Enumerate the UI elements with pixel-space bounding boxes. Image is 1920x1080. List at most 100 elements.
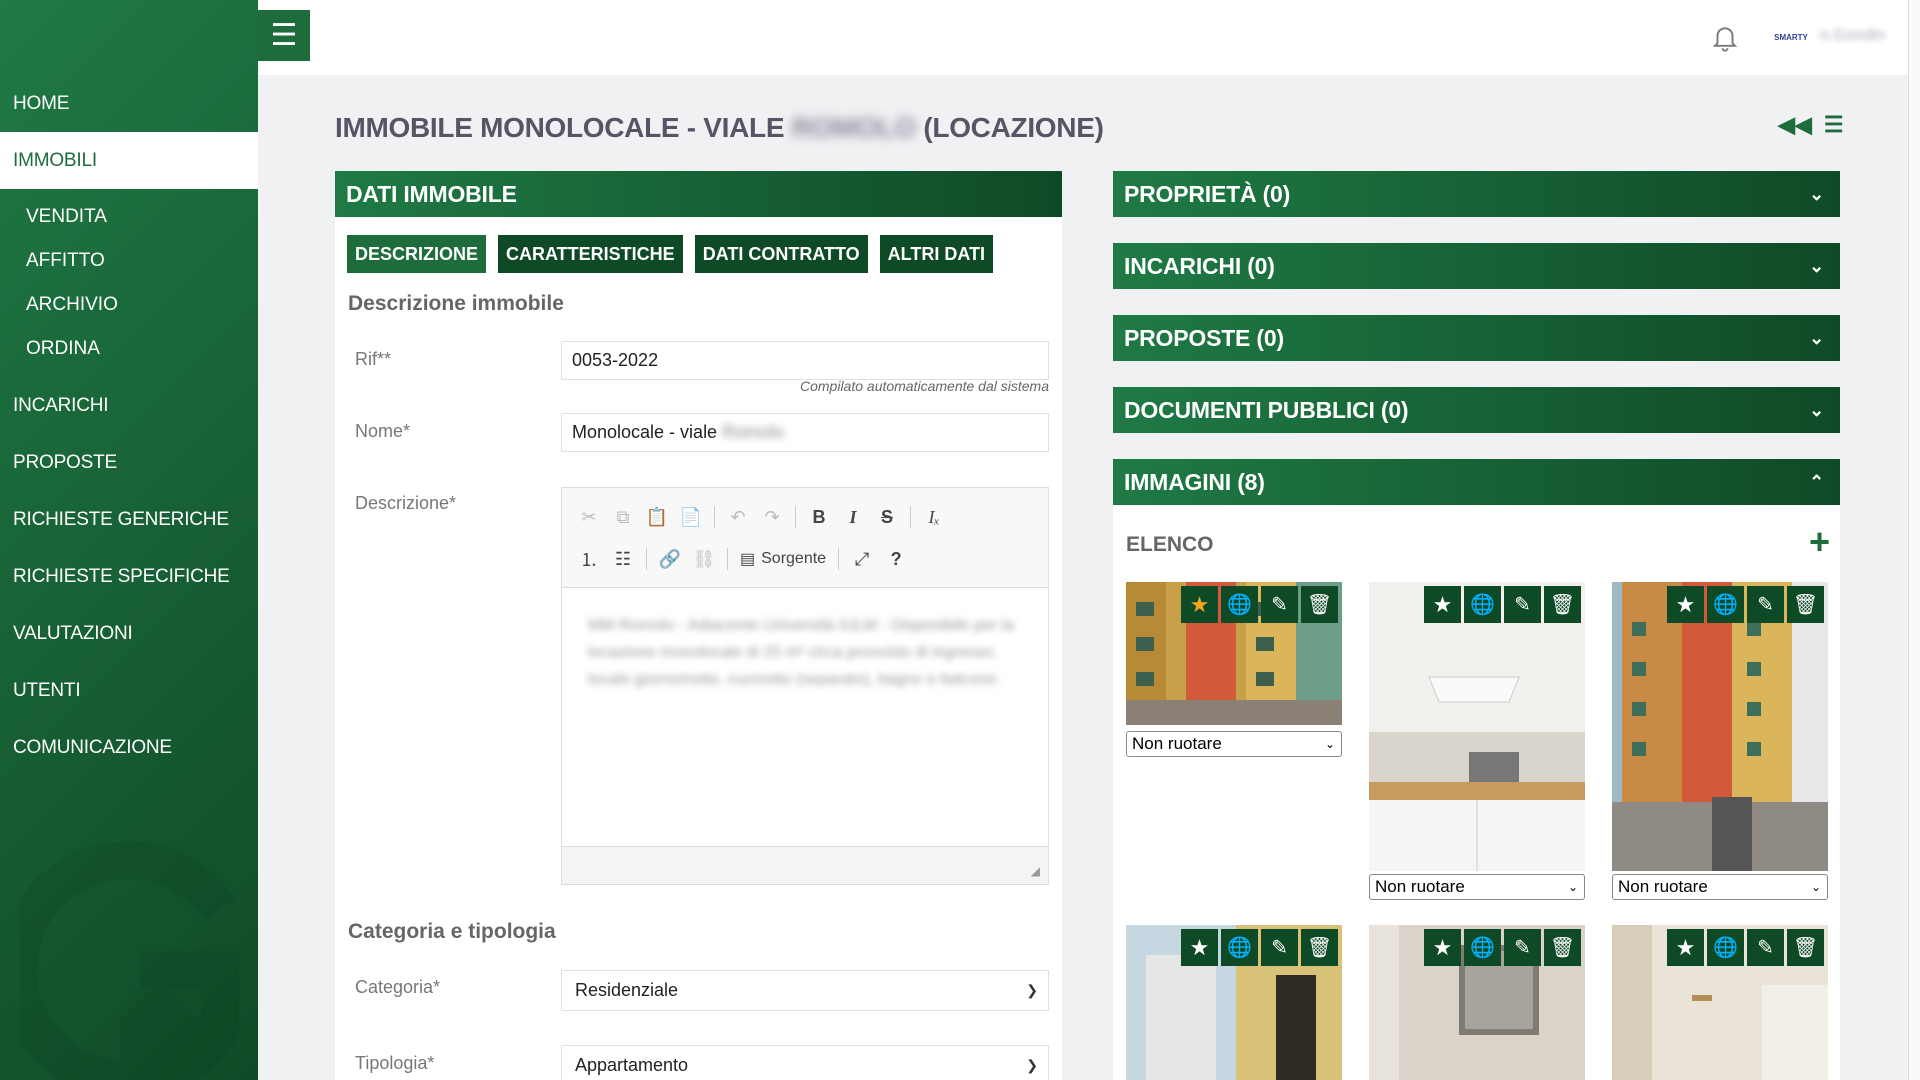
bullet-list-icon[interactable]: ☷ [608, 544, 638, 574]
rif-input[interactable]: 0053-2022 [561, 341, 1049, 380]
favorite-star-icon[interactable]: ★ [1181, 929, 1218, 966]
sidebar-subitem-affitto[interactable]: AFFITTO [0, 239, 258, 283]
sidebar-subitem-archivio[interactable]: ARCHIVIO [0, 283, 258, 327]
nome-input[interactable]: Monolocale - viale Romolo [561, 413, 1049, 452]
trash-icon[interactable]: 🗑 [1787, 586, 1824, 623]
sidebar-item-utenti[interactable]: UTENTI [0, 662, 258, 719]
images-list-title: ELENCO [1126, 533, 1214, 556]
copy-icon[interactable]: ⧉ [608, 502, 638, 532]
edit-pencil-icon[interactable]: ✎ [1504, 929, 1541, 966]
sidebar-item-comunicazione[interactable]: COMUNICAZIONE [0, 719, 258, 776]
globe-icon[interactable]: 🌐 [1221, 929, 1258, 966]
italic-icon[interactable]: I [838, 502, 868, 532]
add-image-button[interactable]: + [1809, 521, 1830, 563]
paste-icon[interactable]: 📋 [642, 502, 672, 532]
rotation-select[interactable]: Non ruotare ⌄ [1612, 874, 1828, 900]
sidebar-item-valutazioni[interactable]: VALUTAZIONI [0, 605, 258, 662]
trash-icon[interactable]: 🗑 [1544, 929, 1581, 966]
tab-altri-dati[interactable]: ALTRI DATI [879, 235, 993, 273]
unlink-icon[interactable]: ⛓ [689, 544, 719, 574]
globe-icon[interactable]: 🌐 [1464, 929, 1501, 966]
tab-caratteristiche[interactable]: CARATTERISTICHE [498, 235, 683, 273]
sidebar-item-home[interactable]: HOME [0, 75, 258, 132]
rotation-value: Non ruotare [1618, 877, 1708, 896]
globe-icon[interactable]: 🌐 [1707, 929, 1744, 966]
sidebar-item-richieste-specifiche[interactable]: RICHIESTE SPECIFICHE [0, 548, 258, 605]
thumbnail-actions: ★ 🌐 ✎ 🗑 [1181, 586, 1338, 623]
nome-redacted: Romolo [722, 422, 785, 442]
globe-icon[interactable]: 🌐 [1707, 586, 1744, 623]
sidebar-item-incarichi[interactable]: INCARICHI [0, 377, 258, 434]
menu-toggle-button[interactable]: ☰ [258, 10, 310, 61]
categoria-select[interactable]: Residenziale ❯ [561, 970, 1049, 1011]
building-facade-photo [1612, 582, 1828, 871]
page-title-suffix: (LOCAZIONE) [923, 112, 1104, 143]
help-icon[interactable]: ? [881, 544, 911, 574]
favorite-star-icon[interactable]: ★ [1667, 929, 1704, 966]
avatar[interactable]: SMARTY [1772, 18, 1810, 56]
sidebar-subitem-ordina[interactable]: ORDINA [0, 327, 258, 371]
paste-text-icon[interactable]: 📄 [676, 502, 706, 532]
user-name[interactable]: n.Gondin [1820, 27, 1885, 45]
globe-icon[interactable]: 🌐 [1464, 586, 1501, 623]
favorite-star-icon[interactable]: ★ [1181, 586, 1218, 623]
image-thumbnail[interactable]: ★ 🌐 ✎ 🗑 [1369, 582, 1585, 871]
image-thumbnail[interactable]: ★ 🌐 ✎ 🗑 [1126, 582, 1342, 725]
tipologia-select[interactable]: Appartamento ❯ [561, 1045, 1049, 1080]
tab-dati-contratto[interactable]: DATI CONTRATTO [694, 235, 868, 273]
image-thumbnail[interactable]: ★ 🌐 ✎ 🗑 [1612, 582, 1828, 871]
edit-pencil-icon[interactable]: ✎ [1261, 929, 1298, 966]
favorite-star-icon[interactable]: ★ [1667, 586, 1704, 623]
favorite-star-icon[interactable]: ★ [1424, 929, 1461, 966]
source-button[interactable]: ▤ Sorgente [736, 544, 830, 574]
edit-pencil-icon[interactable]: ✎ [1261, 586, 1298, 623]
image-thumbnail[interactable]: ★ 🌐 ✎ 🗑 [1126, 925, 1342, 1080]
numbered-list-icon[interactable]: ⒈ [574, 544, 604, 574]
edit-pencil-icon[interactable]: ✎ [1504, 586, 1541, 623]
trash-icon[interactable]: 🗑 [1301, 929, 1338, 966]
sidebar-item-richieste-generiche[interactable]: RICHIESTE GENERICHE [0, 491, 258, 548]
accordion-proprieta[interactable]: PROPRIETÀ (0) ⌄ [1113, 171, 1840, 217]
section-title-descrizione: Descrizione immobile [348, 292, 564, 315]
tab-descrizione[interactable]: DESCRIZIONE [347, 235, 487, 273]
sidebar-subitem-vendita[interactable]: VENDITA [0, 195, 258, 239]
title-actions: ◀◀ ☰ [1778, 112, 1844, 138]
page-title-prefix: IMMOBILE MONOLOCALE - VIALE [335, 112, 785, 143]
hamburger-icon: ☰ [270, 18, 298, 52]
page-scrollbar[interactable] [1908, 0, 1920, 1080]
resize-handle-icon[interactable]: ◢ [1031, 864, 1040, 878]
topbar: ☰ SMARTY n.Gondin [258, 0, 1920, 75]
image-thumbnail[interactable]: ★ 🌐 ✎ 🗑 [1369, 925, 1585, 1080]
rotation-select[interactable]: Non ruotare ⌄ [1369, 874, 1585, 900]
maximize-icon[interactable]: ⤢ [847, 544, 877, 574]
strikethrough-icon[interactable]: S [872, 502, 902, 532]
sidebar-subnav-immobili: VENDITA AFFITTO ARCHIVIO ORDINA [0, 189, 258, 377]
favorite-star-icon[interactable]: ★ [1424, 586, 1461, 623]
trash-icon[interactable]: 🗑 [1787, 929, 1824, 966]
image-thumbnail[interactable]: ★ 🌐 ✎ 🗑 [1612, 925, 1828, 1080]
back-double-arrow-icon[interactable]: ◀◀ [1778, 112, 1812, 138]
edit-pencil-icon[interactable]: ✎ [1747, 586, 1784, 623]
link-icon[interactable]: 🔗 [655, 544, 685, 574]
globe-icon[interactable]: 🌐 [1221, 586, 1258, 623]
editor-content[interactable]: MM Romolo - Adiacente Università IULM - … [562, 588, 1048, 844]
categoria-label: Categoria* [355, 977, 441, 997]
sidebar-item-proposte[interactable]: PROPOSTE [0, 434, 258, 491]
accordion-documenti-pubblici[interactable]: DOCUMENTI PUBBLICI (0) ⌄ [1113, 387, 1840, 433]
trash-icon[interactable]: 🗑 [1301, 586, 1338, 623]
accordion-immagini[interactable]: IMMAGINI (8) ⌃ [1113, 459, 1840, 505]
cut-icon[interactable]: ✂ [574, 502, 604, 532]
rotation-select[interactable]: Non ruotare ⌄ [1126, 731, 1342, 757]
undo-icon[interactable]: ↶ [723, 502, 753, 532]
trash-icon[interactable]: 🗑 [1544, 586, 1581, 623]
edit-pencil-icon[interactable]: ✎ [1747, 929, 1784, 966]
remove-format-icon[interactable]: Iₓ [919, 502, 949, 532]
list-icon[interactable]: ☰ [1824, 112, 1844, 138]
sidebar-item-immobili[interactable]: IMMOBILI [0, 132, 258, 189]
bold-icon[interactable]: B [804, 502, 834, 532]
accordion-incarichi[interactable]: INCARICHI (0) ⌄ [1113, 243, 1840, 289]
redo-icon[interactable]: ↷ [757, 502, 787, 532]
accordion-proposte[interactable]: PROPOSTE (0) ⌄ [1113, 315, 1840, 361]
notifications-bell-icon[interactable] [1710, 22, 1740, 52]
panel-header: DATI IMMOBILE [335, 171, 1062, 217]
